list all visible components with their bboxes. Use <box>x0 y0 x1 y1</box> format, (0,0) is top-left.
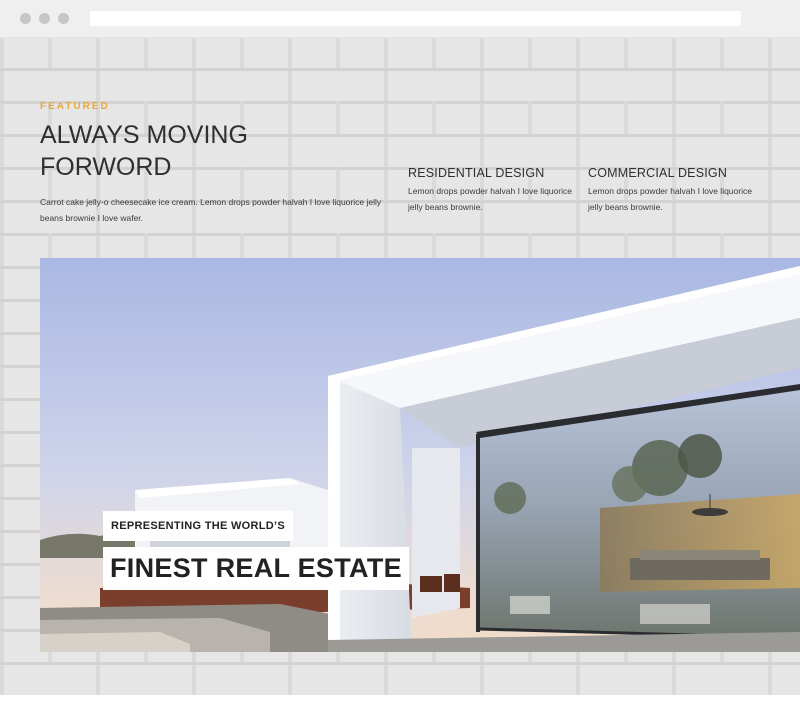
featured-headline: ALWAYS MOVING FORWORD <box>40 119 340 183</box>
headline-line-2: FORWORD <box>40 153 172 181</box>
address-bar[interactable] <box>90 11 741 26</box>
service-title: RESIDENTIAL DESIGN <box>408 166 545 180</box>
window-close-dot[interactable] <box>20 13 31 24</box>
window-maximize-dot[interactable] <box>58 13 69 24</box>
browser-chrome <box>0 0 800 38</box>
service-residential: RESIDENTIAL DESIGN Lemon drops powder ha… <box>408 166 583 215</box>
hero-title-label: FINEST REAL ESTATE <box>103 547 409 590</box>
featured-eyebrow: FEATURED <box>40 101 110 112</box>
headline-line-1: ALWAYS MOVING <box>40 121 248 149</box>
modern-house-illustration <box>40 258 800 652</box>
service-text: Lemon drops powder halvah I love liquori… <box>588 186 752 212</box>
featured-description: Carrot cake jelly-o cheesecake ice cream… <box>40 197 382 223</box>
window-minimize-dot[interactable] <box>39 13 50 24</box>
hero-subtitle-label: REPRESENTING THE WORLD’S <box>103 511 294 541</box>
service-title: COMMERCIAL DESIGN <box>588 166 728 180</box>
service-text: Lemon drops powder halvah I love liquori… <box>408 186 572 212</box>
page-bottom-strip <box>0 695 800 713</box>
service-commercial: COMMERCIAL DESIGN Lemon drops powder hal… <box>588 166 763 215</box>
hero-image <box>40 258 800 652</box>
